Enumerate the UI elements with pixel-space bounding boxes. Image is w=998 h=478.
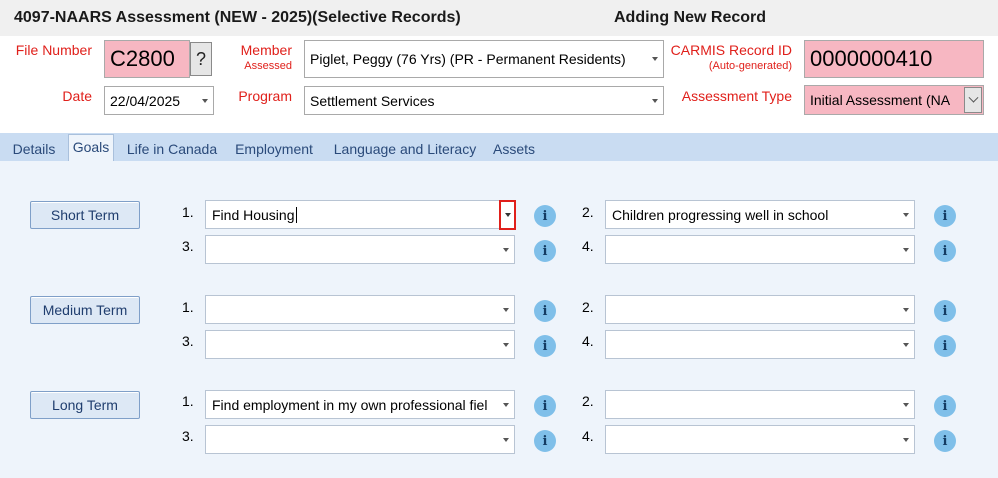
goal-number: 4.: [582, 333, 594, 349]
info-icon[interactable]: i: [534, 430, 556, 452]
long-term-goal-2[interactable]: [605, 390, 915, 419]
short-term-goal-4[interactable]: [605, 235, 915, 264]
file-number-field[interactable]: C2800: [104, 40, 190, 78]
goal-number: 3.: [182, 428, 194, 444]
program-field[interactable]: Settlement Services: [304, 86, 664, 115]
dropdown-arrow-icon[interactable]: [903, 437, 909, 442]
member-value: Piglet, Peggy (76 Yrs) (PR - Permanent R…: [310, 51, 626, 67]
tab-language-and-literacy[interactable]: Language and Literacy: [328, 137, 482, 161]
medium-term-goal-1[interactable]: [205, 295, 515, 324]
short-term-button[interactable]: Short Term: [30, 201, 140, 229]
member-label: Member: [240, 42, 292, 58]
assessment-type-value: Initial Assessment (NA: [810, 92, 951, 108]
dropdown-arrow-icon[interactable]: [503, 402, 509, 407]
carmis-id-sublabel: (Auto-generated): [708, 60, 792, 72]
goal-value: Find Housing: [212, 206, 295, 223]
goal-number: 2.: [582, 393, 594, 409]
file-lookup-button[interactable]: ?: [190, 42, 212, 76]
goal-number: 1.: [182, 299, 194, 315]
long-term-goal-3[interactable]: [205, 425, 515, 454]
date-label: Date: [62, 88, 92, 104]
info-icon[interactable]: i: [934, 395, 956, 417]
form-mode: Adding New Record: [614, 9, 767, 26]
goal-value: Find employment in my own professional f…: [212, 396, 488, 413]
info-icon[interactable]: i: [934, 430, 956, 452]
dropdown-arrow-icon[interactable]: [903, 247, 909, 252]
dropdown-arrow-icon[interactable]: [903, 342, 909, 347]
goal-number: 1.: [182, 393, 194, 409]
tab-goals[interactable]: Goals: [68, 134, 114, 161]
member-field[interactable]: Piglet, Peggy (76 Yrs) (PR - Permanent R…: [304, 40, 664, 78]
tab-details[interactable]: Details: [6, 137, 62, 161]
goal-number: 3.: [182, 238, 194, 254]
long-term-goal-1[interactable]: Find employment in my own professional f…: [205, 390, 515, 419]
dropdown-arrow-icon[interactable]: [903, 307, 909, 312]
program-dropdown-arrow-icon[interactable]: [652, 98, 658, 103]
short-term-goal-2[interactable]: Children progressing well in school: [605, 200, 915, 229]
file-number-label: File Number: [15, 42, 92, 58]
text-caret: [295, 206, 297, 223]
short-term-goal-1[interactable]: Find Housing: [205, 200, 515, 229]
long-term-button[interactable]: Long Term: [30, 391, 140, 419]
short-term-goal-3[interactable]: [205, 235, 515, 264]
info-icon[interactable]: i: [534, 395, 556, 417]
info-icon[interactable]: i: [534, 300, 556, 322]
info-icon[interactable]: i: [934, 335, 956, 357]
goal-number: 1.: [182, 204, 194, 220]
title-bar: 4097-NAARS Assessment (NEW - 2025)(Selec…: [0, 0, 998, 36]
goal-number: 2.: [582, 299, 594, 315]
dropdown-arrow-icon[interactable]: [503, 437, 509, 442]
info-icon[interactable]: i: [934, 300, 956, 322]
assessment-type-field[interactable]: Initial Assessment (NA: [804, 85, 984, 115]
medium-term-goal-2[interactable]: [605, 295, 915, 324]
form-title: 4097-NAARS Assessment (NEW - 2025)(Selec…: [14, 9, 461, 26]
dropdown-arrow-icon[interactable]: [503, 247, 509, 252]
assessment-type-dropdown-button[interactable]: [964, 87, 982, 113]
carmis-id-field: 0000000410: [804, 40, 984, 78]
goal-number: 4.: [582, 428, 594, 444]
dropdown-arrow-icon[interactable]: [903, 402, 909, 407]
info-icon[interactable]: i: [534, 335, 556, 357]
member-sublabel: Assessed: [244, 60, 292, 72]
program-label: Program: [238, 88, 292, 104]
date-value: 22/04/2025: [110, 92, 181, 109]
dropdown-arrow-icon[interactable]: [503, 307, 509, 312]
long-term-goal-4[interactable]: [605, 425, 915, 454]
goal-number: 4.: [582, 238, 594, 254]
info-icon[interactable]: i: [934, 240, 956, 262]
short-term-goal-1-dropdown-button[interactable]: [499, 200, 516, 230]
member-dropdown-arrow-icon[interactable]: [652, 57, 658, 61]
dropdown-arrow-icon: [505, 213, 511, 217]
dropdown-arrow-icon[interactable]: [503, 342, 509, 347]
medium-term-button[interactable]: Medium Term: [30, 296, 140, 324]
info-icon[interactable]: i: [534, 205, 556, 227]
goal-number: 2.: [582, 204, 594, 220]
tab-employment[interactable]: Employment: [228, 137, 320, 161]
info-icon[interactable]: i: [534, 240, 556, 262]
goal-number: 3.: [182, 333, 194, 349]
date-field[interactable]: 22/04/2025: [104, 86, 214, 115]
program-value: Settlement Services: [310, 92, 435, 109]
tab-life-in-canada[interactable]: Life in Canada: [122, 137, 222, 161]
date-dropdown-arrow-icon[interactable]: [202, 98, 208, 103]
assessment-type-label: Assessment Type: [681, 88, 792, 104]
info-icon[interactable]: i: [934, 205, 956, 227]
medium-term-goal-4[interactable]: [605, 330, 915, 359]
goal-value: Children progressing well in school: [612, 206, 829, 223]
tab-assets[interactable]: Assets: [488, 137, 540, 161]
medium-term-goal-3[interactable]: [205, 330, 515, 359]
dropdown-arrow-icon[interactable]: [903, 212, 909, 217]
carmis-id-label: CARMIS Record ID: [670, 42, 792, 58]
chevron-down-icon: [968, 92, 978, 103]
